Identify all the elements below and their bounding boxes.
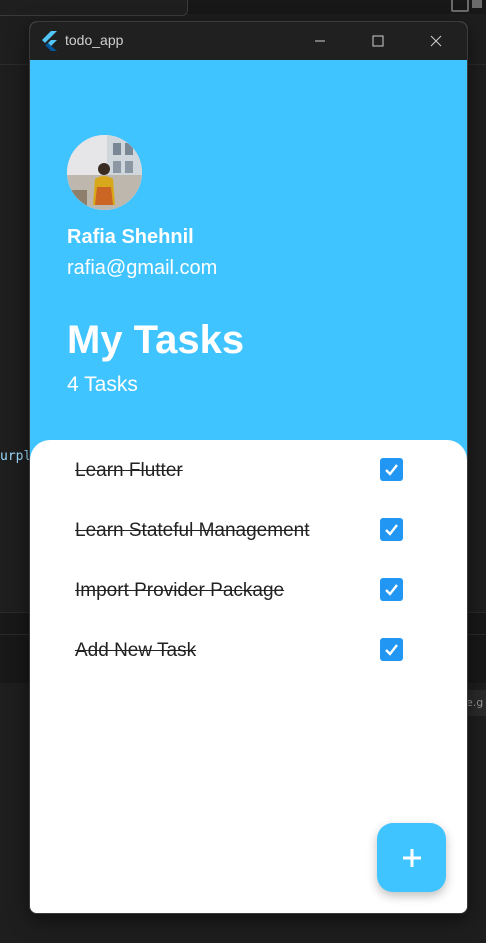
list-item[interactable]: Import Provider Package [30, 571, 467, 611]
list-item[interactable]: Learn Flutter [30, 451, 467, 491]
task-count: 4 Tasks [67, 373, 138, 396]
editor-right-fragment: e.g [466, 690, 486, 716]
panel-icon[interactable] [472, 0, 482, 8]
task-label: Add New Task [75, 640, 197, 661]
window-title: todo_app [65, 32, 124, 48]
maximize-button[interactable] [349, 22, 407, 60]
check-icon [385, 584, 398, 596]
plus-icon [402, 848, 421, 867]
profile-header: Rafia Shehnil rafia@gmail.com My Tasks 4… [30, 60, 467, 480]
page-title: My Tasks [67, 318, 245, 362]
flutter-logo-icon [40, 31, 58, 51]
avatar[interactable] [67, 135, 142, 210]
task-checkbox[interactable] [380, 458, 403, 481]
close-button[interactable] [407, 22, 465, 60]
layout-icon[interactable] [451, 0, 469, 12]
editor-code-fragment: urpl [0, 449, 32, 464]
user-name: Rafia Shehnil [67, 226, 194, 248]
check-icon [385, 464, 398, 476]
editor-tab[interactable] [0, 0, 188, 16]
task-checkbox[interactable] [380, 518, 403, 541]
task-label: Import Provider Package [75, 580, 285, 601]
check-icon [385, 524, 398, 536]
list-item[interactable]: Add New Task [30, 631, 467, 671]
task-checkbox[interactable] [380, 578, 403, 601]
app-window: todo_app Rafia Shehnil rafia@gmail.com M… [29, 21, 468, 914]
task-label: Learn Flutter [75, 460, 183, 481]
minimize-button[interactable] [291, 22, 349, 60]
add-task-button[interactable] [377, 823, 446, 892]
user-email: rafia@gmail.com [67, 257, 218, 279]
list-item[interactable]: Learn Stateful Management [30, 511, 467, 551]
task-label: Learn Stateful Management [75, 520, 310, 541]
task-checkbox[interactable] [380, 638, 403, 661]
check-icon [385, 644, 398, 656]
title-bar[interactable]: todo_app [30, 22, 467, 60]
